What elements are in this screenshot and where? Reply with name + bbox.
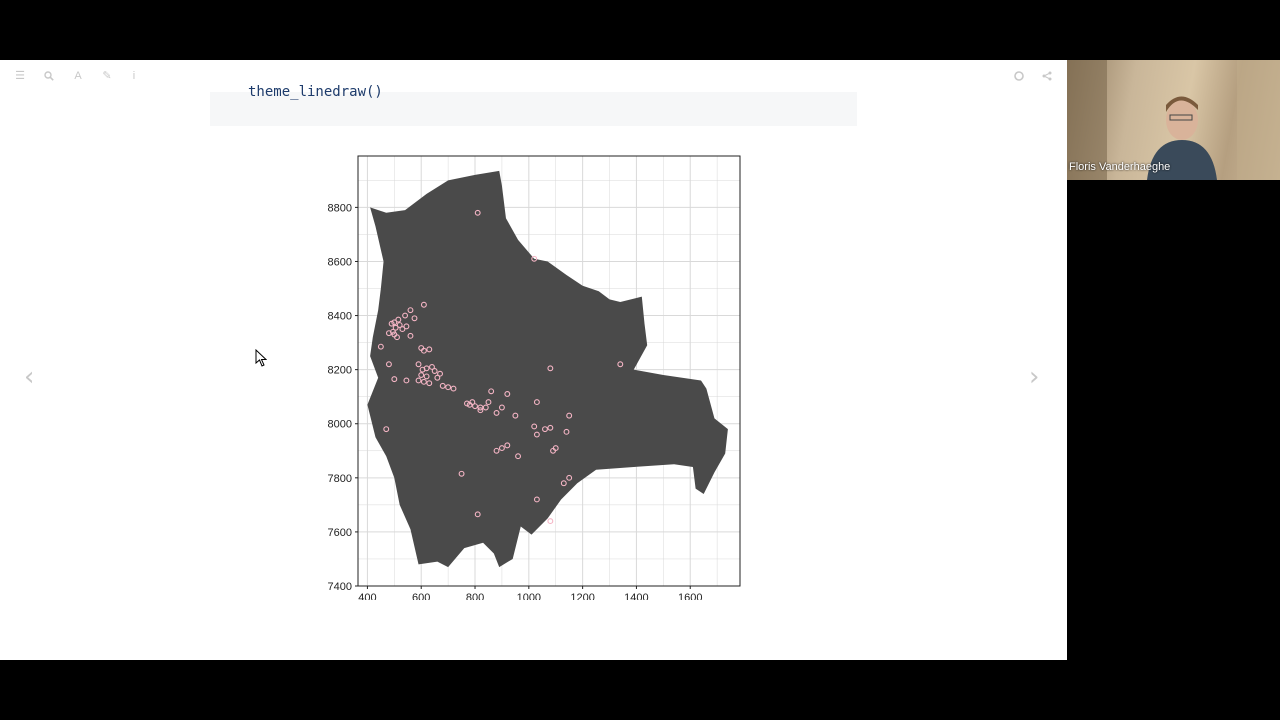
slide-viewer: ☰ A ✎ i theme_linedraw() ‹ › 400 600 800… — [0, 60, 1067, 660]
toolbar: ☰ A ✎ i — [0, 60, 1067, 92]
y-tick-label: 8600 — [328, 256, 352, 268]
mouse-cursor-icon — [255, 349, 267, 367]
y-tick-label: 8400 — [328, 311, 352, 323]
github-icon[interactable] — [1011, 68, 1027, 84]
share-icon[interactable] — [1039, 68, 1055, 84]
x-tick-label: 1200 — [570, 592, 594, 600]
map-chart: 400 600 800 1000 1200 1400 1600 7400 7600 7800 800… — [310, 150, 750, 604]
x-tick-label: 1000 — [517, 592, 541, 600]
y-tick-label: 7400 — [328, 581, 352, 593]
participant-name: Floris Vanderhaeghe — [1069, 161, 1171, 173]
y-tick-label: 8200 — [328, 365, 352, 377]
edit-icon[interactable]: ✎ — [99, 68, 115, 84]
x-tick-label: 800 — [466, 592, 484, 600]
code-block: theme_linedraw() — [210, 84, 857, 126]
data-point — [547, 518, 554, 525]
font-icon[interactable]: A — [70, 68, 86, 84]
x-tick-label: 1600 — [678, 592, 702, 600]
search-icon[interactable] — [41, 68, 57, 84]
webcam-feed: Floris Vanderhaeghe — [1067, 60, 1280, 180]
y-tick-label: 7600 — [328, 527, 352, 539]
y-tick-label: 8800 — [328, 202, 352, 214]
top-letterbox — [0, 0, 1280, 60]
info-icon[interactable]: i — [126, 68, 142, 84]
y-tick-label: 7800 — [328, 473, 352, 485]
x-tick-label: 1400 — [624, 592, 648, 600]
x-tick-label: 400 — [358, 592, 376, 600]
bottom-letterbox — [0, 660, 1280, 720]
y-tick-label: 8000 — [328, 419, 352, 431]
map-chart-svg: 400 600 800 1000 1200 1400 1600 7400 7600 7800 800… — [328, 155, 741, 604]
next-slide-arrow[interactable]: › — [1029, 364, 1039, 390]
x-tick-label: 600 — [412, 592, 430, 600]
code-line: theme_linedraw() — [248, 84, 383, 100]
menu-icon[interactable]: ☰ — [12, 68, 28, 84]
prev-slide-arrow[interactable]: ‹ — [24, 364, 34, 390]
